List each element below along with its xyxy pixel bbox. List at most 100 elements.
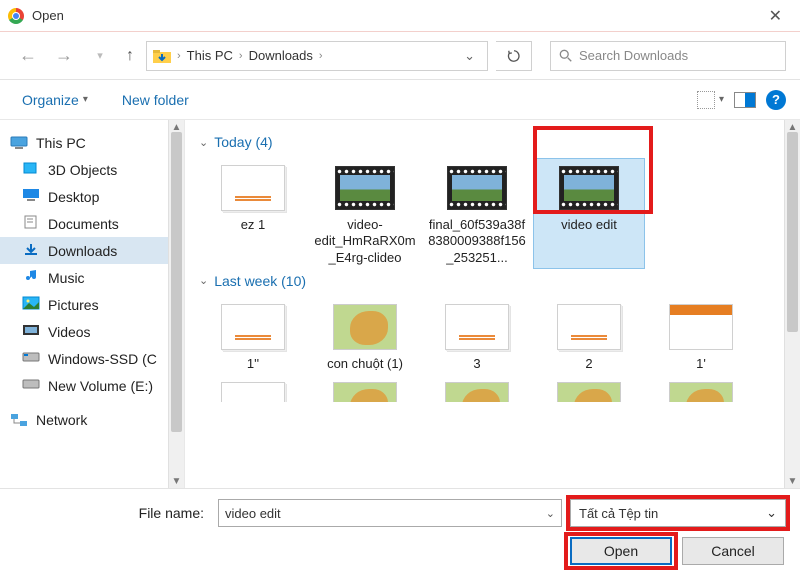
tree-item-label: 3D Objects: [48, 162, 117, 178]
search-box[interactable]: Search Downloads: [550, 41, 786, 71]
new-folder-button[interactable]: New folder: [114, 88, 197, 112]
tree-item-3d-objects[interactable]: 3D Objects: [0, 156, 184, 183]
help-button[interactable]: ?: [766, 90, 786, 110]
file-label: video edit: [538, 217, 640, 233]
desktop-icon: [22, 188, 40, 205]
dl-icon: [22, 242, 40, 259]
tree-item-label: Videos: [48, 324, 91, 340]
refresh-button[interactable]: [496, 41, 532, 71]
file-item[interactable]: [645, 379, 757, 403]
file-item[interactable]: [309, 379, 421, 403]
address-bar[interactable]: › This PC › Downloads › ⌄: [146, 41, 488, 71]
search-placeholder: Search Downloads: [579, 48, 688, 63]
path-sep-icon: ›: [313, 50, 329, 62]
file-name-label: File name:: [14, 505, 210, 521]
tree-item-videos[interactable]: Videos: [0, 318, 184, 345]
file-label: con chuột (1): [314, 356, 416, 372]
hdd-icon: [22, 377, 40, 394]
file-item[interactable]: [533, 379, 645, 403]
group-header[interactable]: ⌄Today (4): [197, 130, 792, 158]
tree-item-pictures[interactable]: Pictures: [0, 291, 184, 318]
content-scrollbar[interactable]: ▲ ▼: [784, 120, 800, 488]
path-sep-icon: ›: [233, 50, 249, 62]
file-label: 1'': [202, 356, 304, 372]
chevron-down-icon: ▾: [83, 94, 88, 105]
chevron-down-icon: ⌄: [199, 274, 208, 287]
nav-forward: →: [50, 42, 78, 70]
doc-icon: [22, 215, 40, 232]
downloads-folder-icon: [153, 49, 171, 63]
view-grid-icon: [697, 91, 715, 109]
tree-this-pc[interactable]: This PC: [0, 130, 184, 156]
ssd-icon: [22, 350, 40, 367]
group-label: Last week (10): [214, 273, 306, 289]
tree-item-documents[interactable]: Documents: [0, 210, 184, 237]
window-title: Open: [32, 8, 64, 23]
scroll-down-icon[interactable]: ▼: [785, 474, 800, 488]
body: This PC 3D Objects Desktop Documents Downlo…: [0, 120, 800, 488]
tree-item-new-volume-e-[interactable]: New Volume (E:): [0, 372, 184, 399]
nav-history-drop[interactable]: ▾: [86, 42, 114, 70]
nav-bar: ← → ▾ ↑ › This PC › Downloads › ⌄ Search…: [0, 32, 800, 80]
tree-item-label: Pictures: [48, 297, 99, 313]
cancel-button[interactable]: Cancel: [682, 537, 784, 565]
view-mode-button[interactable]: ▾: [697, 91, 724, 109]
tree-item-label: Windows-SSD (C: [48, 351, 157, 367]
tree-item-label: Music: [48, 270, 85, 286]
file-item[interactable]: con chuột (1): [309, 297, 421, 375]
file-list: ⌄Today (4)ez 1video-edit_HmRaRX0m_E4rg-c…: [185, 120, 800, 488]
tree-item-music[interactable]: Music: [0, 264, 184, 291]
file-label: 2: [538, 356, 640, 372]
tree-item-label: Desktop: [48, 189, 99, 205]
nav-back[interactable]: ←: [14, 42, 42, 70]
tree-item-desktop[interactable]: Desktop: [0, 183, 184, 210]
network-icon: [10, 413, 28, 427]
file-item[interactable]: video edit: [533, 158, 645, 269]
close-button[interactable]: ✕: [759, 2, 792, 30]
group-label: Today (4): [214, 134, 272, 150]
chevron-down-icon[interactable]: ⌄: [766, 505, 777, 521]
tree-item-label: Documents: [48, 216, 119, 232]
chevron-down-icon[interactable]: ⌄: [546, 507, 555, 520]
path-segment-root[interactable]: This PC: [187, 48, 233, 63]
file-item[interactable]: [197, 379, 309, 403]
search-icon: [559, 49, 573, 63]
tree-network[interactable]: Network: [0, 407, 184, 433]
preview-pane-button[interactable]: [734, 92, 756, 108]
file-item[interactable]: 3: [421, 297, 533, 375]
scroll-down-icon[interactable]: ▼: [169, 474, 184, 488]
file-item[interactable]: [421, 379, 533, 403]
refresh-icon: [507, 49, 521, 63]
tree-item-downloads[interactable]: Downloads: [0, 237, 184, 264]
tree-item-label: New Volume (E:): [48, 378, 153, 394]
scroll-thumb[interactable]: [787, 132, 798, 332]
file-item[interactable]: video-edit_HmRaRX0m_E4rg-clideo: [309, 158, 421, 269]
nav-up[interactable]: ↑: [122, 47, 138, 65]
file-item[interactable]: final_60f539a38f8380009388f156_253251...: [421, 158, 533, 269]
nav-tree: This PC 3D Objects Desktop Documents Downlo…: [0, 120, 185, 488]
open-button[interactable]: Open: [570, 537, 672, 565]
group-header[interactable]: ⌄ Last week (10): [197, 269, 792, 297]
file-type-filter[interactable]: Tất cả Tệp tin ⌄: [570, 499, 786, 527]
file-item[interactable]: 1': [645, 297, 757, 375]
path-segment-current[interactable]: Downloads: [249, 48, 313, 63]
toolbar: Organize ▾ New folder ▾ ?: [0, 80, 800, 120]
music-icon: [22, 269, 40, 286]
file-item[interactable]: 1'': [197, 297, 309, 375]
pic-icon: [22, 296, 40, 313]
file-label: video-edit_HmRaRX0m_E4rg-clideo: [314, 217, 416, 266]
titlebar: Open ✕: [0, 0, 800, 32]
path-sep-icon: ›: [171, 50, 187, 62]
tree-scrollbar[interactable]: ▲ ▼: [168, 120, 184, 488]
chrome-icon: [8, 8, 24, 24]
address-dropdown[interactable]: ⌄: [458, 48, 481, 64]
organize-button[interactable]: Organize ▾: [14, 88, 96, 112]
tree-item-windows-ssd-c[interactable]: Windows-SSD (C: [0, 345, 184, 372]
file-label: 3: [426, 356, 528, 372]
chevron-down-icon: ▾: [719, 94, 724, 105]
file-label: final_60f539a38f8380009388f156_253251...: [426, 217, 528, 266]
file-item[interactable]: 2: [533, 297, 645, 375]
file-name-input[interactable]: video edit ⌄: [218, 499, 562, 527]
file-item[interactable]: ez 1: [197, 158, 309, 269]
scroll-thumb[interactable]: [171, 132, 182, 432]
